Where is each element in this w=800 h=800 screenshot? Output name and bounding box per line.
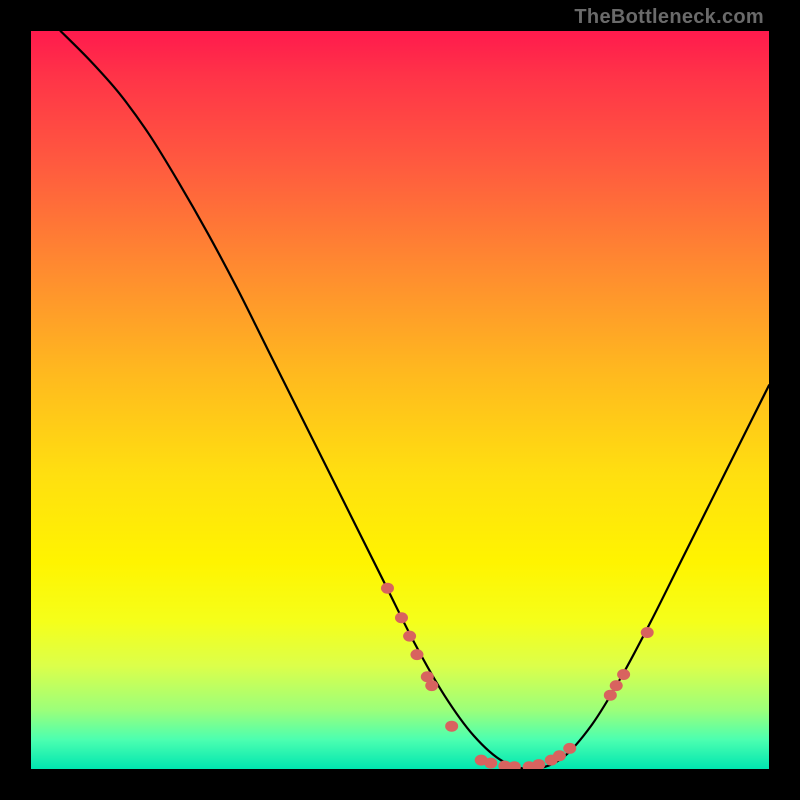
- marker-dot: [395, 612, 408, 623]
- watermark-text: TheBottleneck.com: [574, 6, 764, 29]
- marker-dot: [604, 690, 617, 701]
- chart-frame: TheBottleneck.com: [0, 0, 800, 800]
- marker-dots: [381, 583, 654, 769]
- marker-dot: [403, 631, 416, 642]
- marker-dot: [617, 669, 630, 680]
- marker-dot: [641, 627, 654, 638]
- marker-dot: [508, 761, 521, 769]
- chart-overlay: [31, 31, 769, 769]
- marker-dot: [484, 758, 497, 769]
- marker-dot: [381, 583, 394, 594]
- marker-dot: [563, 743, 576, 754]
- marker-dot: [553, 750, 566, 761]
- marker-dot: [410, 649, 423, 660]
- marker-dot: [445, 721, 458, 732]
- marker-dot: [425, 680, 438, 691]
- marker-dot: [610, 680, 623, 691]
- marker-dot: [532, 759, 545, 769]
